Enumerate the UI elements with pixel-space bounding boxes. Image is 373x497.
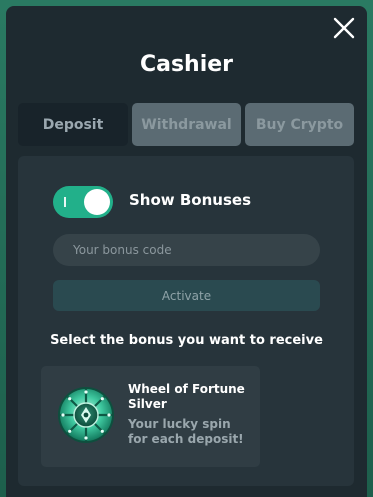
close-button[interactable] <box>333 17 355 39</box>
show-bonuses-label: Show Bonuses <box>129 191 251 209</box>
activate-button[interactable]: Activate <box>53 280 320 311</box>
close-icon <box>333 17 355 39</box>
show-bonuses-toggle[interactable] <box>53 186 113 218</box>
bonus-name: Wheel of Fortune Silver <box>128 382 245 411</box>
tab-withdrawal[interactable]: Withdrawal <box>132 103 241 146</box>
tab-deposit[interactable]: Deposit <box>18 103 128 146</box>
toggle-knob <box>84 189 110 215</box>
bonus-card-wheel-of-fortune[interactable]: Wheel of Fortune Silver Your lucky spin … <box>41 366 260 467</box>
tab-buy-crypto[interactable]: Buy Crypto <box>245 103 354 146</box>
select-bonus-heading: Select the bonus you want to receive <box>50 333 323 348</box>
bonus-code-input[interactable] <box>53 234 320 266</box>
modal-title: Cashier <box>139 52 234 77</box>
wheel-of-fortune-icon <box>58 387 114 443</box>
toggle-on-indicator <box>64 197 66 207</box>
bonus-description: Your lucky spin for each deposit! <box>128 417 244 446</box>
